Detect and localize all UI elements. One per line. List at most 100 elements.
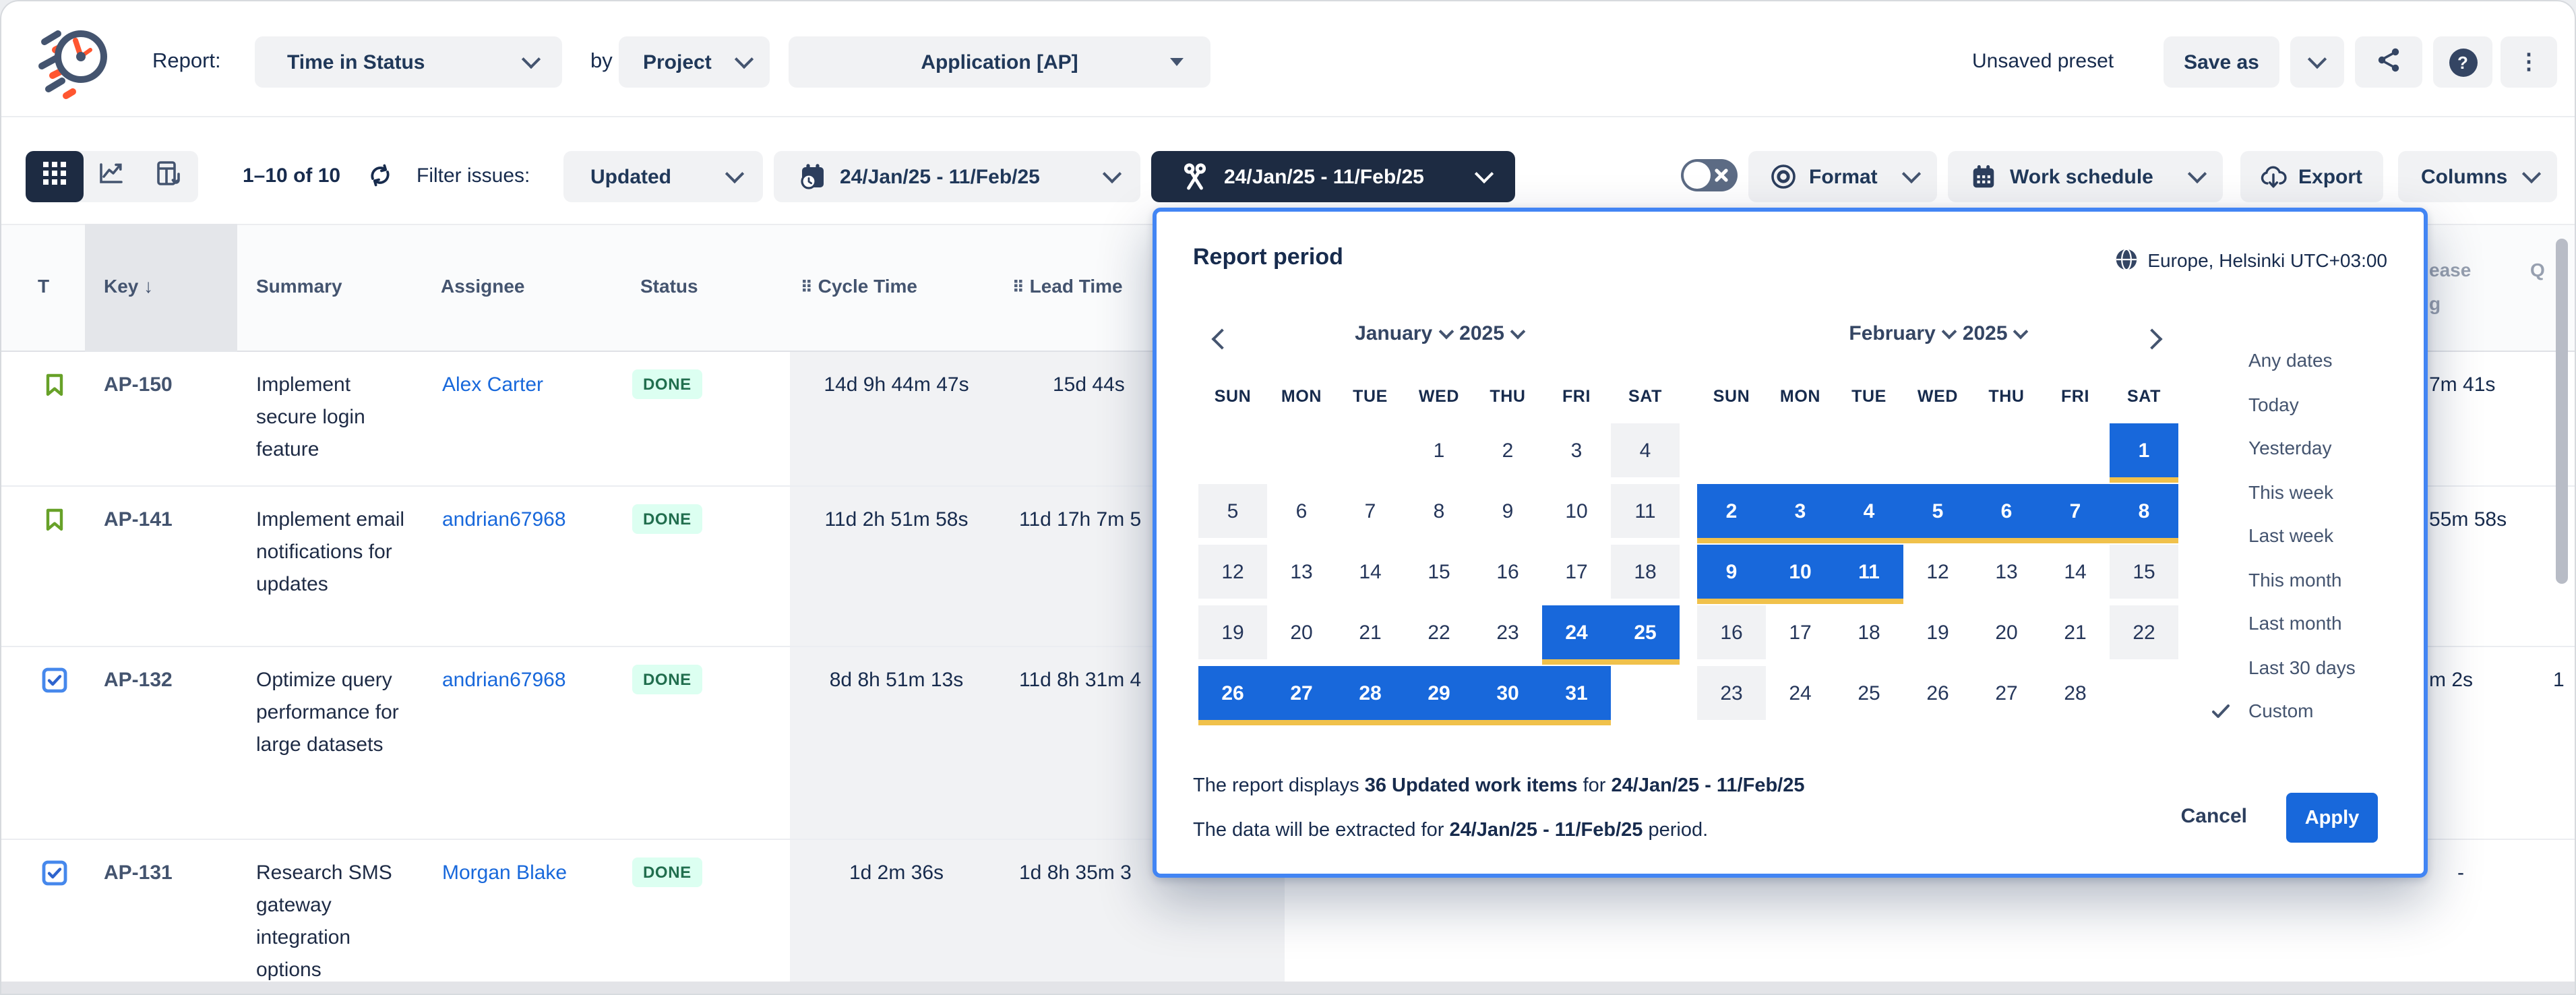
calendar-day[interactable]: 16 xyxy=(1473,545,1542,599)
preset-item-any-dates[interactable]: Any dates xyxy=(2208,338,2424,382)
month-select[interactable]: February xyxy=(1849,322,1954,344)
preset-item-last-30-days[interactable]: Last 30 days xyxy=(2208,645,2424,689)
timezone-selector[interactable]: Europe, Helsinki UTC+03:00 xyxy=(2115,248,2387,271)
calendar-day[interactable]: 7 xyxy=(2041,484,2110,538)
calendar-day[interactable]: 29 xyxy=(1405,666,1473,720)
cancel-button[interactable]: Cancel xyxy=(2181,805,2247,828)
calendar-day[interactable]: 31 xyxy=(1542,666,1611,720)
assignee-link[interactable]: andrian67968 xyxy=(442,669,566,692)
calendar-day[interactable]: 25 xyxy=(1611,605,1680,659)
group-by-select[interactable]: Project xyxy=(619,36,770,88)
column-header-assignee[interactable]: Assignee xyxy=(441,275,525,297)
calendar-day[interactable]: 10 xyxy=(1542,484,1611,538)
calendar-day[interactable]: 3 xyxy=(1542,423,1611,477)
columns-select[interactable]: Columns xyxy=(2398,151,2557,202)
calendar-day[interactable]: 1 xyxy=(1405,423,1473,477)
calendar-day[interactable]: 8 xyxy=(2110,484,2178,538)
calendar-day[interactable]: 17 xyxy=(1766,605,1835,659)
calendar-day[interactable]: 2 xyxy=(1697,484,1766,538)
column-header-key[interactable]: Key ↓ xyxy=(104,275,153,297)
more-options-button[interactable]: ⋮ xyxy=(2501,36,2557,88)
vertical-scrollbar[interactable] xyxy=(2556,239,2568,584)
calendar-day[interactable]: 14 xyxy=(1336,545,1405,599)
view-table-button[interactable] xyxy=(26,151,83,202)
date-range-select[interactable]: 24/Jan/25 - 11/Feb/25 xyxy=(774,151,1140,202)
assignee-link[interactable]: Morgan Blake xyxy=(442,862,567,884)
calendar-day[interactable]: 17 xyxy=(1542,545,1611,599)
year-select[interactable]: 2025 xyxy=(1459,322,1523,344)
trim-toggle[interactable] xyxy=(1681,159,1738,191)
month-select[interactable]: January xyxy=(1355,322,1451,344)
calendar-day[interactable]: 15 xyxy=(1405,545,1473,599)
calendar-day[interactable]: 25 xyxy=(1835,666,1903,720)
calendar-day[interactable]: 20 xyxy=(1972,605,2041,659)
calendar-day[interactable]: 11 xyxy=(1611,484,1680,538)
column-header-type[interactable]: T xyxy=(38,275,49,297)
calendar-day[interactable]: 23 xyxy=(1697,666,1766,720)
calendar-day[interactable]: 12 xyxy=(1198,545,1267,599)
calendar-day[interactable]: 7 xyxy=(1336,484,1405,538)
calendar-day[interactable]: 14 xyxy=(2041,545,2110,599)
project-select[interactable]: Application [AP] xyxy=(789,36,1210,88)
calendar-day[interactable]: 2 xyxy=(1473,423,1542,477)
calendar-day[interactable]: 5 xyxy=(1903,484,1972,538)
export-button[interactable]: Export xyxy=(2240,151,2383,202)
assignee-link[interactable]: Alex Carter xyxy=(442,373,543,396)
column-header-clipped[interactable]: ease xyxy=(2429,259,2471,280)
view-pivot-button[interactable] xyxy=(140,151,197,202)
filter-field-select[interactable]: Updated xyxy=(563,151,763,202)
assignee-link[interactable]: andrian67968 xyxy=(442,508,566,531)
calendar-day[interactable]: 9 xyxy=(1473,484,1542,538)
column-header-lead-time[interactable]: ⠿Lead Time xyxy=(1012,275,1123,297)
calendar-day[interactable]: 18 xyxy=(1611,545,1680,599)
calendar-day[interactable]: 1 xyxy=(2110,423,2178,477)
refresh-icon[interactable] xyxy=(367,162,394,195)
format-select[interactable]: Format xyxy=(1748,151,1937,202)
column-header-summary[interactable]: Summary xyxy=(256,275,342,297)
save-as-button[interactable]: Save as xyxy=(2164,36,2279,88)
calendar-day[interactable]: 9 xyxy=(1697,545,1766,599)
year-select[interactable]: 2025 xyxy=(1963,322,2027,344)
calendar-day[interactable]: 6 xyxy=(1267,484,1336,538)
preset-item-today[interactable]: Today xyxy=(2208,382,2424,426)
column-header-q[interactable]: Q xyxy=(2530,259,2545,280)
calendar-day[interactable]: 5 xyxy=(1198,484,1267,538)
calendar-day[interactable]: 28 xyxy=(1336,666,1405,720)
preset-item-this-month[interactable]: This month xyxy=(2208,557,2424,601)
preset-item-this-week[interactable]: This week xyxy=(2208,470,2424,514)
calendar-day[interactable]: 26 xyxy=(1903,666,1972,720)
calendar-day[interactable]: 27 xyxy=(1267,666,1336,720)
calendar-day[interactable]: 13 xyxy=(1267,545,1336,599)
calendar-day[interactable]: 12 xyxy=(1903,545,1972,599)
calendar-day[interactable]: 22 xyxy=(2110,605,2178,659)
calendar-day[interactable]: 19 xyxy=(1903,605,1972,659)
calendar-day[interactable]: 6 xyxy=(1972,484,2041,538)
preset-item-last-month[interactable]: Last month xyxy=(2208,601,2424,645)
preset-item-custom[interactable]: Custom xyxy=(2208,689,2424,733)
column-header-cycle-time[interactable]: ⠿Cycle Time xyxy=(801,275,917,297)
apply-button[interactable]: Apply xyxy=(2286,793,2378,843)
view-chart-button[interactable] xyxy=(83,151,140,202)
column-header-clipped[interactable]: g xyxy=(2429,293,2441,314)
calendar-day[interactable]: 27 xyxy=(1972,666,2041,720)
calendar-day[interactable]: 19 xyxy=(1198,605,1267,659)
calendar-day[interactable]: 20 xyxy=(1267,605,1336,659)
help-button[interactable]: ? xyxy=(2433,36,2492,88)
calendar-day[interactable]: 21 xyxy=(1336,605,1405,659)
preset-item-yesterday[interactable]: Yesterday xyxy=(2208,426,2424,470)
trim-period-button[interactable]: 24/Jan/25 - 11/Feb/25 xyxy=(1151,151,1515,202)
calendar-day[interactable]: 21 xyxy=(2041,605,2110,659)
calendar-day[interactable]: 4 xyxy=(1611,423,1680,477)
save-as-menu-button[interactable] xyxy=(2290,36,2344,88)
share-button[interactable] xyxy=(2355,36,2422,88)
calendar-day[interactable]: 8 xyxy=(1405,484,1473,538)
horizontal-scrollbar[interactable] xyxy=(1,982,2576,995)
calendar-day[interactable]: 10 xyxy=(1766,545,1835,599)
column-header-status[interactable]: Status xyxy=(640,275,698,297)
calendar-day[interactable]: 18 xyxy=(1835,605,1903,659)
calendar-day[interactable]: 15 xyxy=(2110,545,2178,599)
calendar-day[interactable]: 3 xyxy=(1766,484,1835,538)
calendar-day[interactable]: 26 xyxy=(1198,666,1267,720)
calendar-day[interactable]: 24 xyxy=(1766,666,1835,720)
calendar-day[interactable]: 4 xyxy=(1835,484,1903,538)
